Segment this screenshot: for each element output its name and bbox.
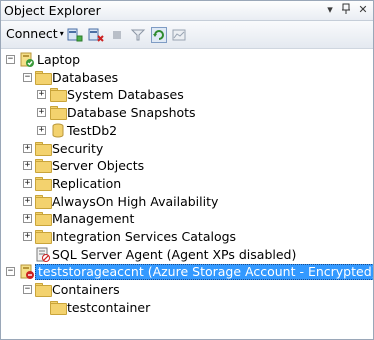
tree-node-label: testcontainer	[67, 299, 151, 315]
tree-node-storage-account[interactable]: − teststorageaccnt (Azure Storage Accoun…	[1, 263, 373, 281]
folder-icon	[35, 176, 52, 191]
connect-object-explorer-icon[interactable]	[67, 27, 83, 43]
folder-icon	[50, 105, 67, 121]
expand-icon[interactable]: +	[23, 143, 32, 153]
expand-icon[interactable]: +	[37, 108, 46, 118]
collapse-icon[interactable]: −	[23, 285, 32, 295]
tree-node-management[interactable]: + Management	[1, 210, 373, 227]
folder-icon	[35, 211, 52, 227]
collapse-icon[interactable]: −	[23, 72, 32, 82]
refresh-icon[interactable]	[151, 27, 167, 43]
collapse-icon[interactable]: −	[6, 267, 15, 277]
tree-node-replication[interactable]: + Replication	[1, 175, 373, 192]
toolbar: Connect ▾	[1, 21, 373, 49]
tree-node-label: Replication	[52, 175, 122, 191]
filter-icon[interactable]	[130, 27, 146, 43]
tree-node-label: Databases	[52, 69, 119, 85]
expand-icon[interactable]: +	[23, 161, 32, 171]
collapse-icon[interactable]: −	[6, 55, 15, 64]
stop-icon[interactable]	[109, 27, 125, 43]
tree-node-alwayson[interactable]: + AlwaysOn High Availability	[1, 193, 373, 210]
expand-icon[interactable]: +	[37, 125, 46, 135]
close-icon[interactable]: ✕	[356, 3, 370, 17]
tree-node-sql-agent[interactable]: SQL Server Agent (Agent XPs disabled)	[1, 246, 373, 263]
object-explorer-window: Object Explorer ▾ ✕ Connect ▾ − Laptop −…	[0, 0, 374, 340]
tree-node-label: TestDb2	[67, 122, 118, 138]
folder-icon	[35, 229, 52, 244]
tree-node-security[interactable]: + Security	[1, 140, 373, 157]
tree-node-server-objects[interactable]: + Server Objects	[1, 157, 373, 174]
window-title: Object Explorer	[4, 3, 101, 18]
expand-icon[interactable]: +	[37, 90, 46, 100]
title-bar: Object Explorer ▾ ✕	[1, 1, 373, 21]
expand-icon[interactable]: +	[23, 196, 32, 206]
tree-node-label: Integration Services Catalogs	[52, 229, 237, 244]
tree-node-database-snapshots[interactable]: + Database Snapshots	[1, 104, 373, 121]
tree-node-testdb2[interactable]: + TestDb2	[1, 122, 373, 139]
tree-node-testcontainer[interactable]: testcontainer	[1, 299, 373, 316]
tree-node-integration-services[interactable]: + Integration Services Catalogs	[1, 228, 373, 245]
connect-label: Connect	[6, 26, 58, 41]
tree-node-label: SQL Server Agent (Agent XPs disabled)	[52, 246, 297, 262]
expand-icon[interactable]: +	[23, 178, 32, 188]
auto-hide-pin-icon[interactable]	[339, 3, 353, 17]
tree-node-label: AlwaysOn High Availability	[52, 193, 219, 209]
chevron-down-icon[interactable]: ▾	[60, 29, 64, 38]
folder-icon	[35, 282, 52, 298]
tree-node-databases[interactable]: − Databases	[1, 69, 373, 86]
object-explorer-tree: − Laptop − Databases + System Databases …	[1, 48, 373, 339]
folder-icon	[50, 300, 67, 315]
expand-icon[interactable]: +	[23, 232, 32, 241]
tree-node-server[interactable]: − Laptop	[1, 51, 373, 68]
tree-node-label: Containers	[52, 282, 120, 298]
tree-node-label: Database Snapshots	[67, 105, 196, 121]
azure-storage-account-icon	[20, 264, 34, 280]
folder-icon	[35, 70, 52, 85]
tree-node-label: System Databases	[67, 87, 184, 103]
folder-icon	[35, 158, 52, 174]
folder-icon	[35, 141, 52, 156]
connect-button[interactable]: Connect ▾	[6, 26, 64, 42]
sql-agent-icon	[36, 247, 50, 262]
disconnect-icon[interactable]	[88, 27, 104, 43]
folder-icon	[35, 194, 52, 209]
tree-node-system-databases[interactable]: + System Databases	[1, 86, 373, 103]
folder-icon	[50, 87, 67, 103]
expand-icon[interactable]: +	[23, 214, 32, 224]
tree-node-label: Laptop	[37, 52, 81, 67]
tree-node-label: Server Objects	[52, 158, 145, 174]
activity-monitor-icon[interactable]	[172, 27, 188, 43]
tree-node-label: Management	[52, 211, 135, 227]
server-icon	[20, 52, 34, 67]
database-icon	[52, 123, 64, 138]
tree-node-containers[interactable]: − Containers	[1, 281, 373, 298]
tree-node-label: teststorageaccnt (Azure Storage Account …	[35, 264, 373, 281]
window-position-dropdown-icon[interactable]: ▾	[323, 3, 337, 17]
tree-node-label: Security	[52, 140, 104, 156]
